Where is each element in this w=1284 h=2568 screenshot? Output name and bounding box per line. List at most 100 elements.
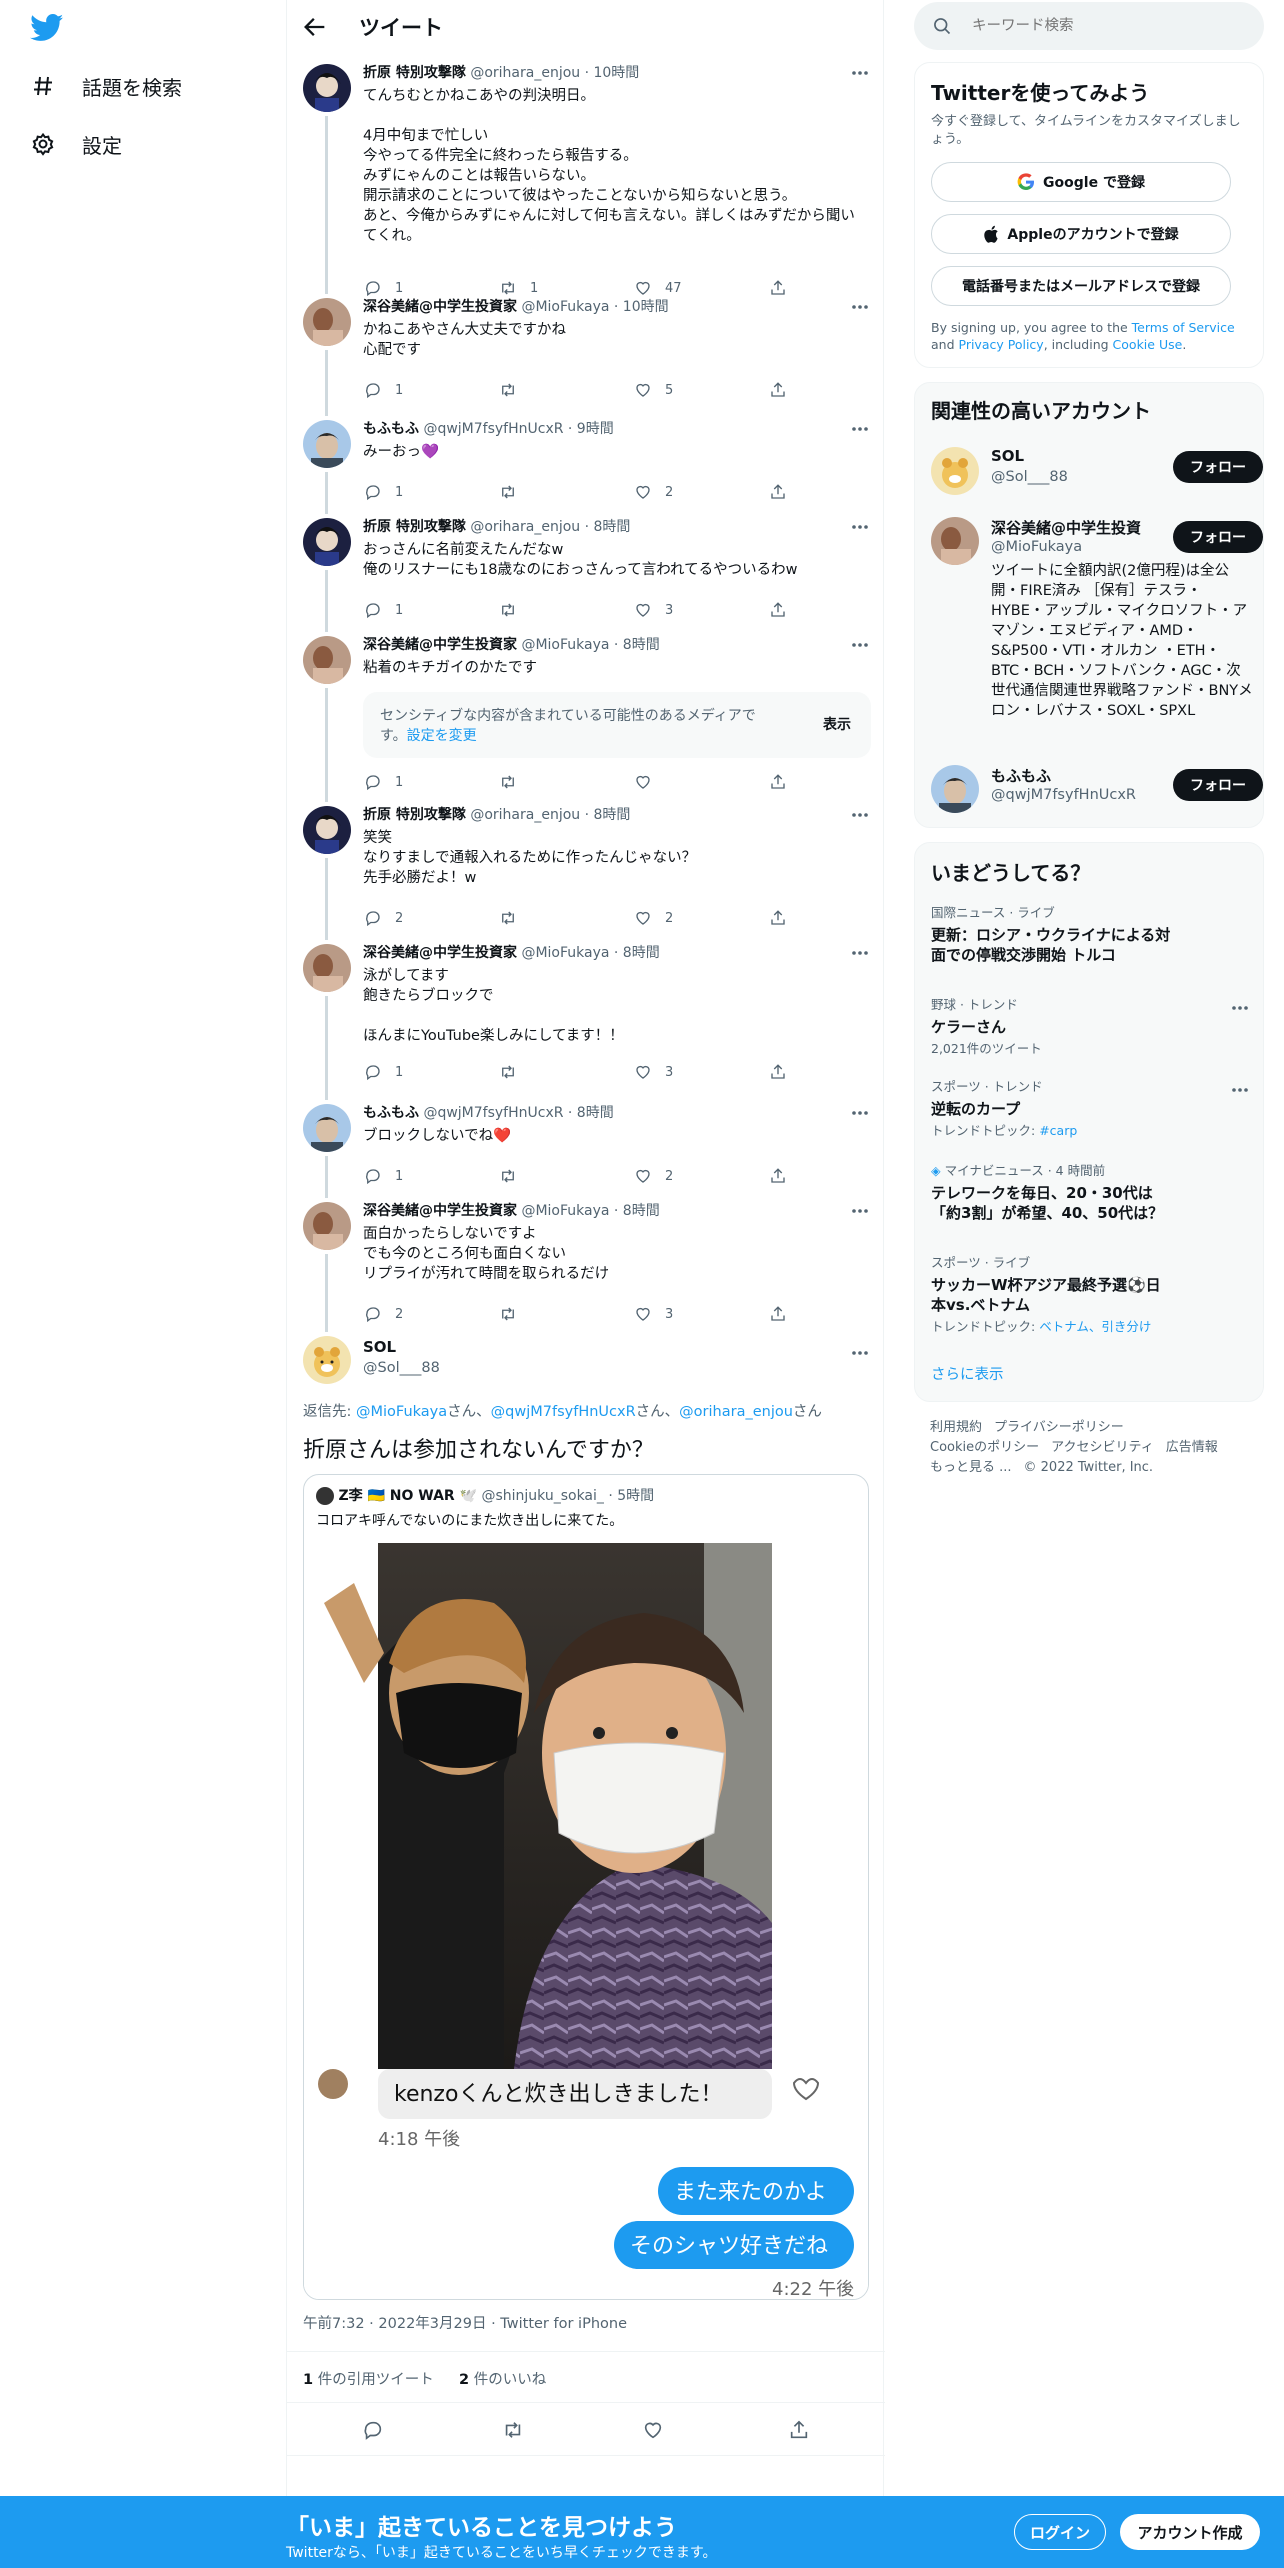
like-button[interactable]: 47: [633, 278, 768, 298]
retweet-icon[interactable]: [501, 2418, 525, 2442]
more-icon[interactable]: [849, 1344, 871, 1362]
reply-icon[interactable]: [361, 2418, 385, 2442]
share-button[interactable]: [768, 278, 808, 298]
retweet-button[interactable]: [498, 772, 633, 792]
author-handle[interactable]: @Sol___88: [363, 1360, 440, 1376]
like-icon[interactable]: [641, 2418, 665, 2442]
footer-link[interactable]: 利用規約: [930, 1420, 982, 1435]
share-button[interactable]: [768, 772, 808, 792]
nav-settings[interactable]: 設定: [30, 124, 122, 164]
more-icon[interactable]: [849, 944, 871, 962]
retweet-button[interactable]: [498, 1304, 633, 1324]
author-name[interactable]: 深谷美緒@中学生投資家: [363, 637, 517, 653]
author-handle-time[interactable]: @qwjM7fsyfHnUcxR · 8時間: [423, 1105, 613, 1121]
phone-signup-button[interactable]: 電話番号またはメールアドレスで登録: [931, 266, 1231, 306]
retweet-button[interactable]: 1: [498, 278, 633, 298]
author-name[interactable]: 深谷美緒@中学生投資家: [363, 945, 517, 961]
nav-explore[interactable]: 話題を検索: [30, 66, 182, 106]
author-name[interactable]: 深谷美緒@中学生投資家: [363, 1203, 517, 1219]
avatar[interactable]: [303, 1202, 351, 1250]
thread-tweet[interactable]: 深谷美緒@中学生投資家 @MioFukaya · 8時間 粘着のキチガイのかたで…: [287, 636, 885, 806]
footer-link[interactable]: アクセシビリティ: [1051, 1440, 1154, 1455]
google-signup-button[interactable]: Google で登録: [931, 162, 1231, 202]
more-icon[interactable]: [1229, 999, 1251, 1017]
tweet-timestamp[interactable]: 午前7:32 · 2022年3月29日 · Twitter for iPhone: [303, 2312, 627, 2333]
trend-item[interactable]: スポーツ · トレンド 逆転のカープ トレンドトピック: #carp: [931, 1079, 1261, 1139]
avatar[interactable]: [303, 298, 351, 346]
mention-link[interactable]: @qwjM7fsyfHnUcxR: [491, 1404, 636, 1420]
share-button[interactable]: [768, 600, 808, 620]
avatar[interactable]: [303, 636, 351, 684]
share-button[interactable]: [768, 1166, 808, 1186]
show-more-link[interactable]: さらに表示: [931, 1363, 1004, 1384]
author-handle-time[interactable]: @MioFukaya · 8時間: [521, 1203, 659, 1219]
footer-link[interactable]: プライバシーポリシー: [994, 1420, 1124, 1435]
search-bar[interactable]: [914, 2, 1264, 50]
trend-item[interactable]: 国際ニュース · ライブ 更新：ロシア・ウクライナによる対面での停戦交渉開始 ト…: [931, 905, 1261, 965]
thread-tweet[interactable]: 深谷美緒@中学生投資家 @MioFukaya · 8時間 面白かったらしないです…: [287, 1202, 885, 1336]
quote-tweets-link[interactable]: 1 件の引用ツイート: [303, 2368, 434, 2389]
trend-item[interactable]: 野球 · トレンド ケラーさん 2,021件のツイート: [931, 997, 1261, 1057]
retweet-button[interactable]: [498, 600, 633, 620]
more-icon[interactable]: [1229, 1081, 1251, 1099]
reply-button[interactable]: 1: [363, 600, 498, 620]
thread-tweet[interactable]: 深谷美緒@中学生投資家 @MioFukaya · 8時間 泳がしてます 飽きたら…: [287, 944, 885, 1104]
retweet-button[interactable]: [498, 1062, 633, 1082]
terms-link[interactable]: Terms of Service: [1132, 320, 1235, 335]
share-button[interactable]: [768, 908, 808, 928]
share-icon[interactable]: [787, 2418, 811, 2442]
show-media-button[interactable]: 表示: [823, 714, 851, 734]
like-button[interactable]: 2: [633, 1166, 768, 1186]
reply-button[interactable]: 2: [363, 1304, 498, 1324]
mention-link[interactable]: @MioFukaya: [356, 1404, 447, 1420]
author-name[interactable]: 折原 特別攻撃隊: [363, 65, 466, 81]
author-handle-time[interactable]: @orihara_enjou · 10時間: [470, 65, 639, 81]
author-handle-time[interactable]: @MioFukaya · 8時間: [521, 945, 659, 961]
author-name[interactable]: 深谷美緒@中学生投資家: [363, 299, 517, 315]
quoted-tweet[interactable]: Z李 🇺🇦 NO WAR 🕊️ @shinjuku_sokai_ · 5時間 コ…: [303, 1474, 869, 2300]
more-icon[interactable]: [849, 1104, 871, 1122]
author-handle-time[interactable]: @MioFukaya · 8時間: [521, 637, 659, 653]
privacy-link[interactable]: Privacy Policy: [959, 337, 1044, 352]
trend-item[interactable]: ◈ マイナビニュース · 4 時間前 テレワークを毎日、20・30代は「約3割」…: [931, 1163, 1261, 1223]
author-name[interactable]: 折原 特別攻撃隊: [363, 519, 466, 535]
author-handle-time[interactable]: @orihara_enjou · 8時間: [470, 519, 630, 535]
like-button[interactable]: [633, 772, 768, 792]
follow-button[interactable]: フォロー: [1173, 521, 1263, 553]
more-icon[interactable]: [849, 518, 871, 536]
author-name[interactable]: もふもふ: [363, 1105, 419, 1121]
trend-item[interactable]: スポーツ · ライブ サッカーW杯アジア最終予選⚽日本vs.ベトナム トレンドト…: [931, 1255, 1261, 1335]
author-name[interactable]: 折原 特別攻撃隊: [363, 807, 466, 823]
thread-tweet[interactable]: もふもふ @qwjM7fsyfHnUcxR · 9時間 みーおっ💜 1 2: [287, 420, 885, 518]
reply-button[interactable]: 1: [363, 380, 498, 400]
like-button[interactable]: 3: [633, 600, 768, 620]
retweet-button[interactable]: [498, 1166, 633, 1186]
likes-link[interactable]: 2 件のいいね: [459, 2368, 546, 2389]
footer-link[interactable]: Cookieのポリシー: [930, 1440, 1039, 1455]
author-handle-time[interactable]: @orihara_enjou · 8時間: [470, 807, 630, 823]
follow-button[interactable]: フォロー: [1173, 769, 1263, 801]
more-icon[interactable]: [849, 636, 871, 654]
avatar[interactable]: [303, 944, 351, 992]
avatar[interactable]: [303, 1104, 351, 1152]
retweet-button[interactable]: [498, 908, 633, 928]
avatar[interactable]: [303, 806, 351, 854]
thread-tweet[interactable]: もふもふ @qwjM7fsyfHnUcxR · 8時間 ブロックしないでね❤️ …: [287, 1104, 885, 1202]
avatar[interactable]: [303, 64, 351, 112]
share-button[interactable]: [768, 1062, 808, 1082]
more-icon[interactable]: [849, 806, 871, 824]
trend-topic-link[interactable]: ベトナム、引き分け: [1039, 1319, 1151, 1334]
footer-link[interactable]: 広告情報: [1166, 1440, 1218, 1455]
footer-more-link[interactable]: もっと見る ...: [930, 1460, 1012, 1475]
thread-tweet[interactable]: 折原 特別攻撃隊 @orihara_enjou · 8時間 笑笑 なりすましで通…: [287, 806, 885, 944]
apple-signup-button[interactable]: Appleのアカウントで登録: [931, 214, 1231, 254]
author-name[interactable]: もふもふ: [363, 421, 419, 437]
follow-button[interactable]: フォロー: [1173, 451, 1263, 483]
reply-button[interactable]: 2: [363, 908, 498, 928]
like-button[interactable]: 3: [633, 1304, 768, 1324]
cookie-link[interactable]: Cookie Use: [1113, 337, 1183, 352]
reply-button[interactable]: 1: [363, 1062, 498, 1082]
avatar[interactable]: [303, 518, 351, 566]
create-account-button[interactable]: アカウント作成: [1120, 2514, 1260, 2550]
more-icon[interactable]: [849, 420, 871, 438]
